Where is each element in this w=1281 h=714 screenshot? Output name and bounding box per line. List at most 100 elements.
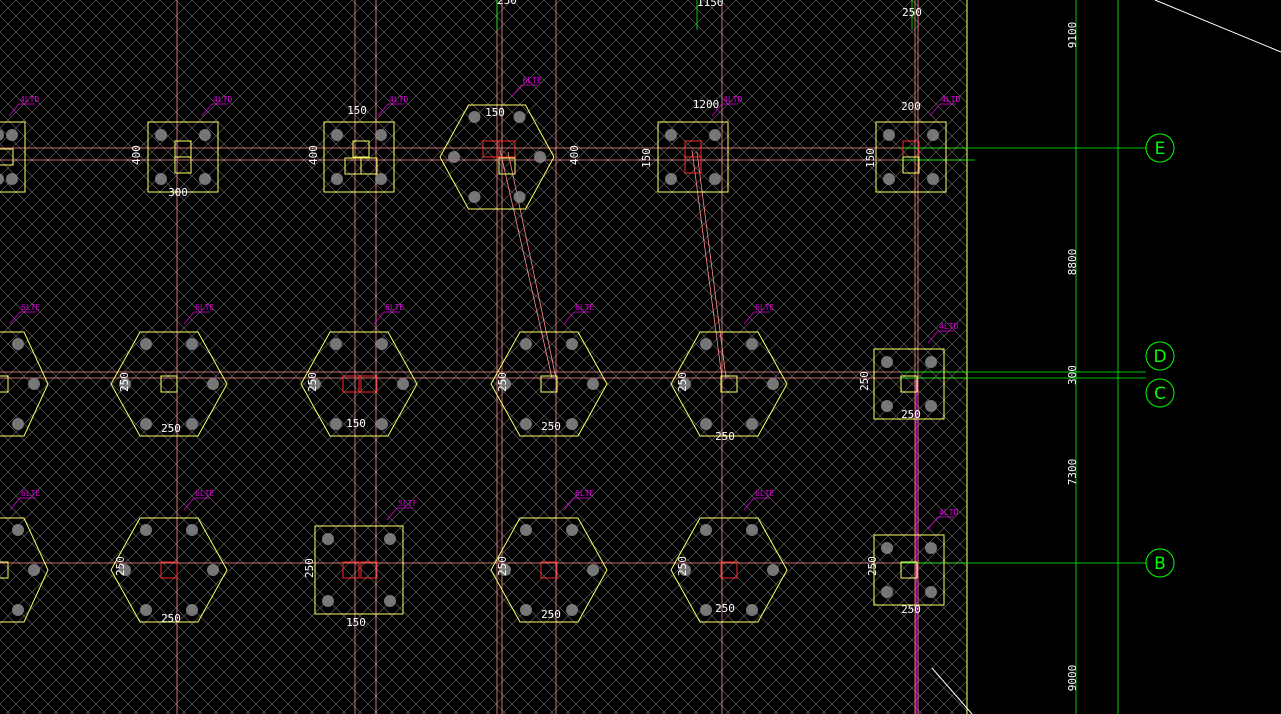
pile-circle — [925, 542, 937, 554]
pile-circle — [883, 129, 895, 141]
pile-circle — [199, 129, 211, 141]
pile-cap-tag: 6LTE — [755, 489, 774, 498]
dimension-label: 250 — [676, 372, 689, 392]
pile-circle — [881, 586, 893, 598]
pile-circle — [186, 524, 198, 536]
pile-circle — [520, 604, 532, 616]
pile-circle — [881, 542, 893, 554]
pile-circle — [12, 338, 24, 350]
dimension-label: 250 — [496, 372, 509, 392]
pile-circle — [587, 564, 599, 576]
dimension-label: 150 — [640, 148, 653, 168]
pile-circle — [665, 129, 677, 141]
pile-circle — [207, 378, 219, 390]
pile-circle — [665, 173, 677, 185]
pile-circle — [883, 173, 895, 185]
dimension-label: 150 — [347, 104, 367, 117]
dimension-label: 250 — [303, 558, 316, 578]
axis-dim-label: 300 — [1066, 365, 1079, 385]
pile-circle — [448, 151, 460, 163]
pile-circle — [925, 356, 937, 368]
axis-bubble-b[interactable]: B — [1145, 548, 1175, 578]
pile-circle — [746, 524, 758, 536]
pile-circle — [767, 564, 779, 576]
pile-circle — [322, 595, 334, 607]
pile-circle — [331, 129, 343, 141]
pile-circle — [746, 338, 758, 350]
pile-circle — [927, 129, 939, 141]
top-dim-label: 250 — [902, 6, 922, 19]
pile-circle — [927, 173, 939, 185]
axis-bubble-c[interactable]: C — [1145, 378, 1175, 408]
dimension-label: 250 — [901, 603, 921, 616]
top-dim-label: 1150 — [697, 0, 724, 9]
dimension-label: 250 — [715, 430, 735, 443]
pile-circle — [700, 604, 712, 616]
pile-circle — [384, 595, 396, 607]
dimension-label: 250 — [306, 372, 319, 392]
pile-circle — [330, 418, 342, 430]
axis-bubble-d[interactable]: D — [1145, 341, 1175, 371]
pile-circle — [709, 173, 721, 185]
pile-cap-plan[interactable]: 4LTD 4LTD4003004LTD1504006LTE1504004LTD12… — [0, 0, 1281, 714]
pile-circle — [925, 586, 937, 598]
pile-circle — [186, 418, 198, 430]
pile-cap-tag: 4LTD — [939, 508, 958, 517]
pile-cap-tag: 6LTE — [21, 489, 40, 498]
pile-circle — [397, 378, 409, 390]
pile-circle — [468, 191, 481, 203]
axis-label: C — [1154, 384, 1166, 404]
pile-cap-tag: 6LTE — [575, 303, 594, 312]
pile-circle — [6, 173, 18, 185]
pile-circle — [520, 418, 532, 430]
pile-circle — [468, 111, 481, 123]
dimension-label: 200 — [901, 100, 921, 113]
pile-circle — [566, 338, 578, 350]
pile-circle — [384, 533, 396, 545]
dimension-label: 1200 — [693, 98, 720, 111]
pile-circle — [520, 524, 532, 536]
dimension-label: 250 — [901, 408, 921, 421]
pile-circle — [881, 356, 893, 368]
dimension-label: 400 — [307, 145, 320, 165]
pile-circle — [566, 418, 578, 430]
dimension-label: 250 — [676, 556, 689, 576]
pile-circle — [28, 564, 40, 576]
pile-circle — [207, 564, 219, 576]
pile-circle — [330, 338, 342, 350]
pile-circle — [700, 418, 712, 430]
pile-circle — [925, 400, 937, 412]
pile-circle — [376, 418, 388, 430]
cad-drawing-canvas[interactable]: 4LTD 4LTD 400 300 4LTD 150 400 6LTE 150 400 4LTD 12… — [0, 0, 1281, 714]
axis-bubble-e[interactable]: E — [1145, 133, 1175, 163]
pile-cap-tag: 4LTD — [213, 95, 232, 104]
dimension-label: 250 — [161, 422, 181, 435]
top-dim-label: 250 — [497, 0, 517, 7]
pile-circle — [28, 378, 40, 390]
dimension-label: 250 — [496, 556, 509, 576]
pile-cap-tag: 4LTD — [723, 95, 742, 104]
pile-circle — [587, 378, 599, 390]
pile-circle — [140, 524, 152, 536]
pile-circle — [12, 524, 24, 536]
pile-circle — [140, 338, 152, 350]
dimension-label: 400 — [130, 145, 143, 165]
axis-label: B — [1154, 554, 1166, 574]
dimension-label: 150 — [346, 417, 366, 430]
pile-cap-tag: 6LTE — [523, 76, 542, 85]
pile-circle — [140, 604, 152, 616]
pile-circle — [746, 604, 758, 616]
pile-cap-tag: 4LTD — [20, 95, 39, 104]
pile-circle — [375, 173, 387, 185]
pile-circle — [199, 173, 211, 185]
pile-circle — [709, 129, 721, 141]
pile-cap-tag: 6LTE — [195, 489, 214, 498]
pile-circle — [375, 129, 387, 141]
pile-cap-tag: 4LTD — [939, 322, 958, 331]
pile-circle — [534, 151, 546, 163]
axis-dim-label: 9100 — [1066, 22, 1079, 49]
pile-cap-tag: 6LTE — [755, 303, 774, 312]
dimension-label: 250 — [541, 420, 561, 433]
pile-circle — [155, 173, 167, 185]
pile-circle — [513, 191, 526, 203]
